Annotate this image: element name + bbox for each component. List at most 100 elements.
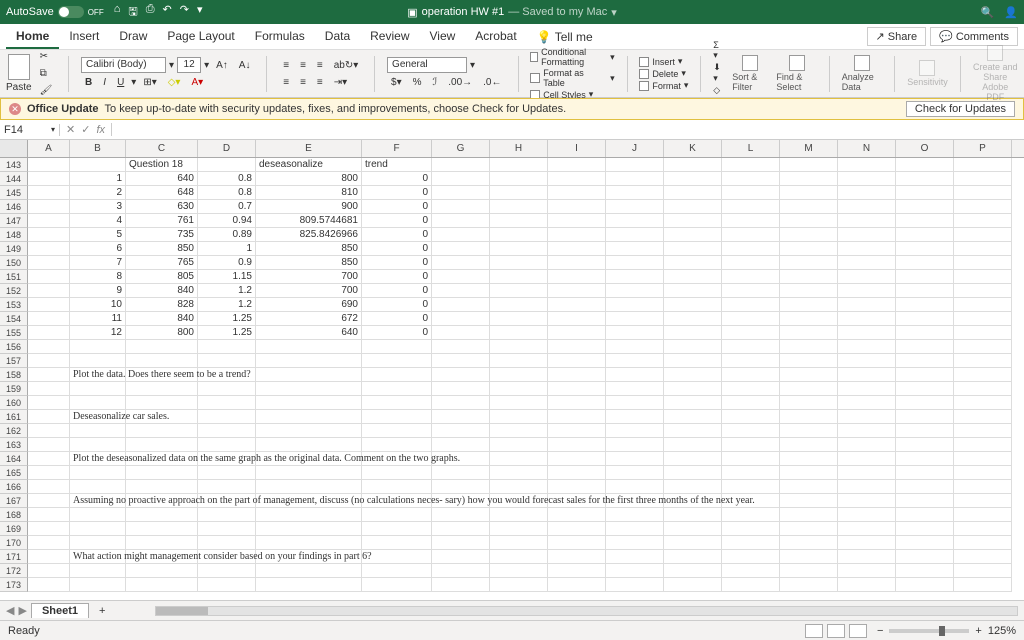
cell-A154[interactable]: [28, 312, 70, 326]
col-header-K[interactable]: K: [664, 140, 722, 157]
col-header-E[interactable]: E: [256, 140, 362, 157]
cell-N165[interactable]: [838, 466, 896, 480]
indent-button[interactable]: ⇥▾: [330, 75, 351, 90]
cell-O170[interactable]: [896, 536, 954, 550]
cell-N161[interactable]: [838, 410, 896, 424]
cell-J172[interactable]: [606, 564, 664, 578]
cell-M157[interactable]: [780, 354, 838, 368]
cell-K162[interactable]: [664, 424, 722, 438]
cell-J166[interactable]: [606, 480, 664, 494]
autosum-button[interactable]: Σ ▾: [713, 40, 724, 61]
cell-I168[interactable]: [548, 508, 606, 522]
col-header-I[interactable]: I: [548, 140, 606, 157]
cell-P160[interactable]: [954, 396, 1012, 410]
cell-P148[interactable]: [954, 228, 1012, 242]
row-header[interactable]: 158: [0, 368, 28, 382]
row-header[interactable]: 155: [0, 326, 28, 340]
cell-B168[interactable]: [70, 508, 126, 522]
cell-D159[interactable]: [198, 382, 256, 396]
cell-O169[interactable]: [896, 522, 954, 536]
cell-C150[interactable]: 765: [126, 256, 198, 270]
cell-A151[interactable]: [28, 270, 70, 284]
cell-K147[interactable]: [664, 214, 722, 228]
cell-A164[interactable]: [28, 452, 70, 466]
cell-H155[interactable]: [490, 326, 548, 340]
cell-I162[interactable]: [548, 424, 606, 438]
cell-K160[interactable]: [664, 396, 722, 410]
cell-H154[interactable]: [490, 312, 548, 326]
cell-E170[interactable]: [256, 536, 362, 550]
cell-B164[interactable]: Plot the deseasonalized data on the same…: [70, 452, 126, 466]
row-header[interactable]: 170: [0, 536, 28, 550]
cell-B152[interactable]: 9: [70, 284, 126, 298]
cell-B154[interactable]: 11: [70, 312, 126, 326]
cell-B156[interactable]: [70, 340, 126, 354]
cell-B167[interactable]: Assuming no proactive approach on the pa…: [70, 494, 126, 508]
cell-M149[interactable]: [780, 242, 838, 256]
cell-H156[interactable]: [490, 340, 548, 354]
cell-L165[interactable]: [722, 466, 780, 480]
cell-B151[interactable]: 8: [70, 270, 126, 284]
cell-A150[interactable]: [28, 256, 70, 270]
cell-I157[interactable]: [548, 354, 606, 368]
zoom-slider[interactable]: [889, 629, 969, 633]
cell-F155[interactable]: 0: [362, 326, 432, 340]
cell-F169[interactable]: [362, 522, 432, 536]
select-all-corner[interactable]: [0, 140, 28, 157]
bold-button[interactable]: B: [81, 75, 96, 90]
cell-K172[interactable]: [664, 564, 722, 578]
cell-O145[interactable]: [896, 186, 954, 200]
cell-B165[interactable]: [70, 466, 126, 480]
cell-F154[interactable]: 0: [362, 312, 432, 326]
col-header-C[interactable]: C: [126, 140, 198, 157]
cell-I158[interactable]: [548, 368, 606, 382]
number-format-dropdown-icon[interactable]: ▾: [470, 60, 475, 71]
cell-N154[interactable]: [838, 312, 896, 326]
align-middle-button[interactable]: ≡: [296, 58, 310, 73]
cell-H149[interactable]: [490, 242, 548, 256]
col-header-P[interactable]: P: [954, 140, 1012, 157]
cell-P143[interactable]: [954, 158, 1012, 172]
underline-button[interactable]: U: [113, 75, 128, 90]
cell-D157[interactable]: [198, 354, 256, 368]
cell-I150[interactable]: [548, 256, 606, 270]
sort-filter-button[interactable]: Sort & Filter: [732, 55, 768, 92]
cell-C157[interactable]: [126, 354, 198, 368]
cell-I147[interactable]: [548, 214, 606, 228]
cell-O163[interactable]: [896, 438, 954, 452]
cell-O173[interactable]: [896, 578, 954, 592]
cell-N168[interactable]: [838, 508, 896, 522]
tab-draw[interactable]: Draw: [109, 25, 157, 49]
cell-O152[interactable]: [896, 284, 954, 298]
italic-button[interactable]: I: [99, 75, 110, 90]
cell-A159[interactable]: [28, 382, 70, 396]
cell-J144[interactable]: [606, 172, 664, 186]
cell-P173[interactable]: [954, 578, 1012, 592]
cell-O161[interactable]: [896, 410, 954, 424]
cell-F159[interactable]: [362, 382, 432, 396]
cell-E149[interactable]: 850: [256, 242, 362, 256]
cell-H166[interactable]: [490, 480, 548, 494]
cell-L163[interactable]: [722, 438, 780, 452]
find-select-button[interactable]: Find & Select: [776, 55, 817, 92]
cell-G158[interactable]: [432, 368, 490, 382]
cell-O144[interactable]: [896, 172, 954, 186]
cell-A165[interactable]: [28, 466, 70, 480]
tab-formulas[interactable]: Formulas: [245, 25, 315, 49]
cell-L170[interactable]: [722, 536, 780, 550]
name-box[interactable]: F14▾: [0, 124, 60, 136]
cell-J156[interactable]: [606, 340, 664, 354]
cell-M170[interactable]: [780, 536, 838, 550]
increase-decimal-button[interactable]: .00→: [444, 75, 476, 90]
cell-M151[interactable]: [780, 270, 838, 284]
cell-N167[interactable]: [838, 494, 896, 508]
col-header-G[interactable]: G: [432, 140, 490, 157]
cell-A168[interactable]: [28, 508, 70, 522]
sheet-nav-next[interactable]: ▶: [18, 604, 26, 617]
cell-J153[interactable]: [606, 298, 664, 312]
cell-E153[interactable]: 690: [256, 298, 362, 312]
cell-A152[interactable]: [28, 284, 70, 298]
analyze-data-button[interactable]: Analyze Data: [842, 55, 883, 92]
tab-view[interactable]: View: [420, 25, 466, 49]
cell-A147[interactable]: [28, 214, 70, 228]
